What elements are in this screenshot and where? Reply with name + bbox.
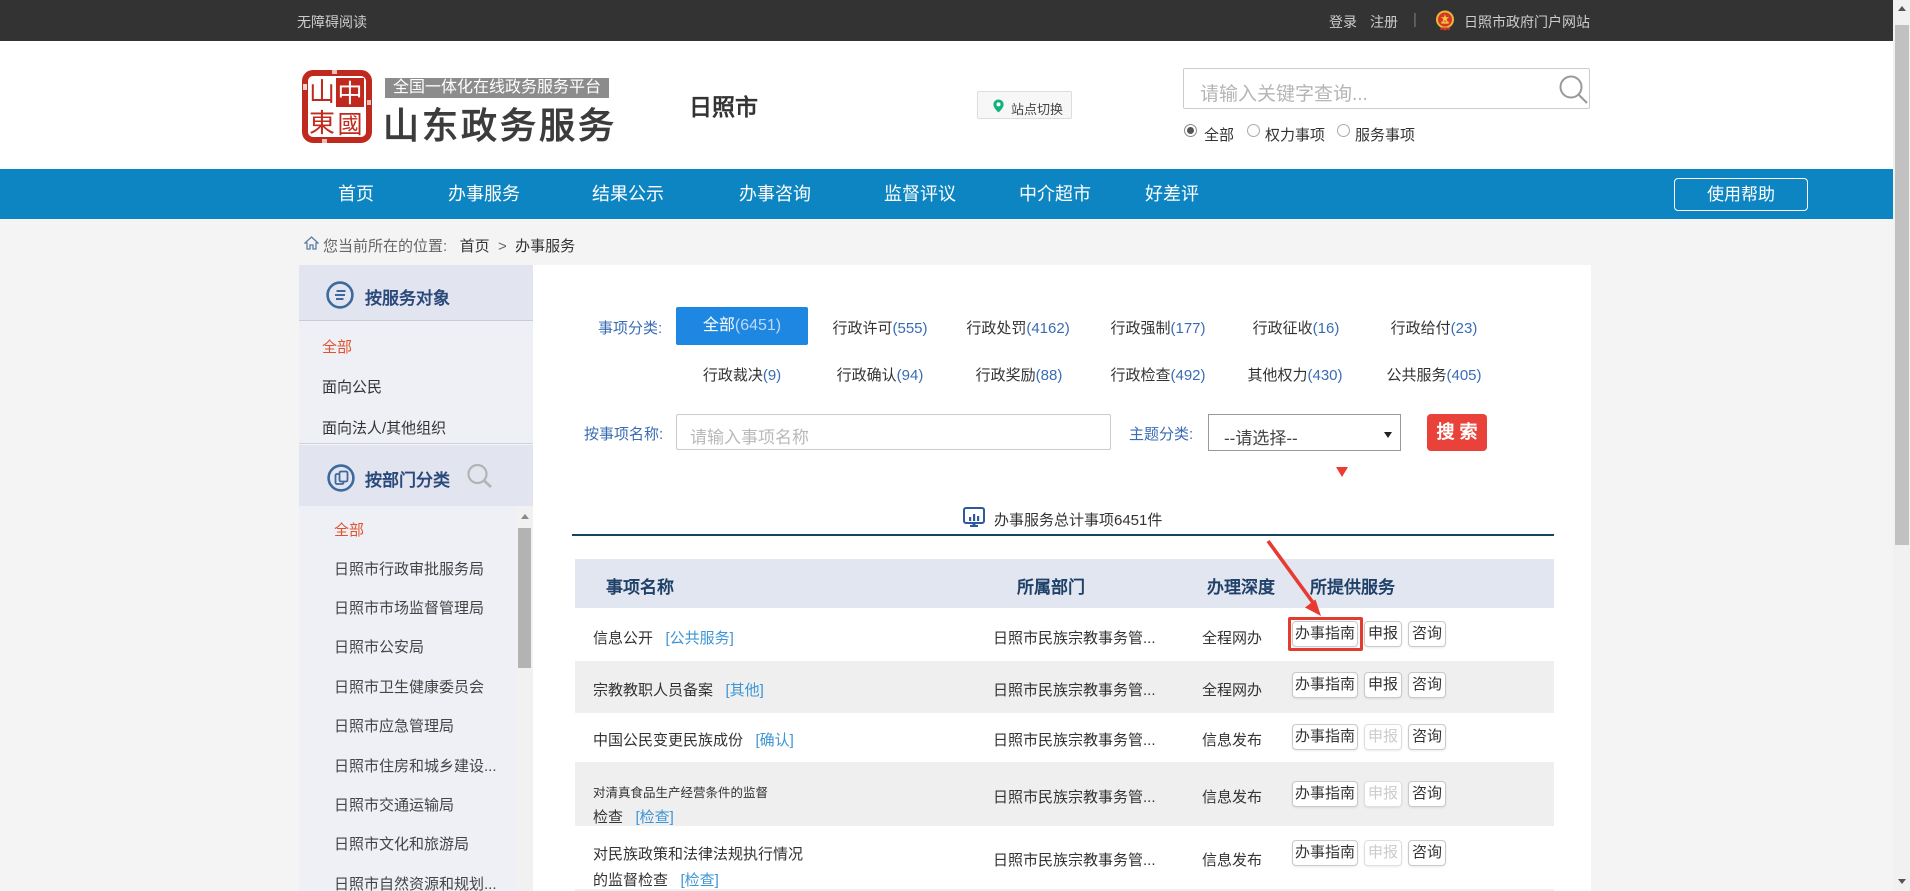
svg-text:國: 國 bbox=[337, 112, 362, 139]
svg-text:山: 山 bbox=[309, 78, 335, 107]
svg-text:中: 中 bbox=[337, 80, 362, 108]
svg-text:東: 東 bbox=[309, 109, 335, 138]
